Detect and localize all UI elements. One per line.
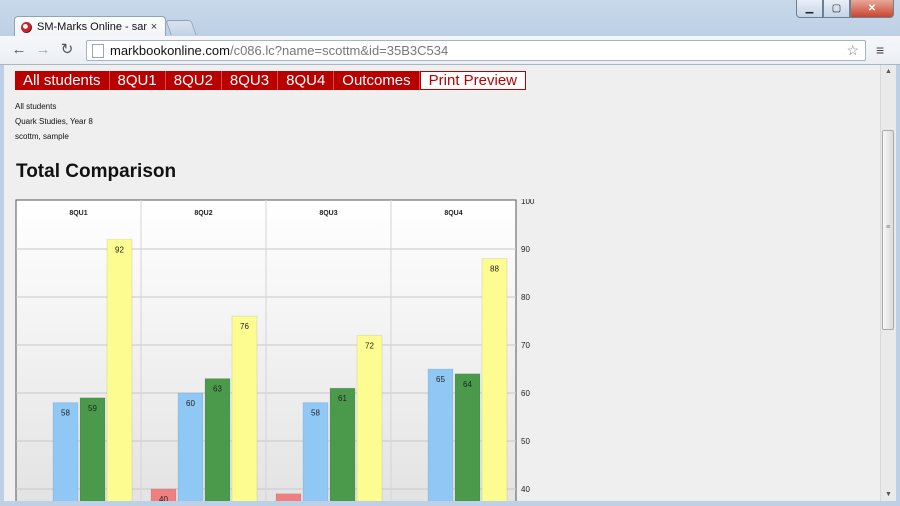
y-tick-label: 40 (521, 485, 530, 494)
bar-value-label: 40 (159, 495, 168, 501)
y-tick-label: 80 (521, 293, 530, 302)
bar (177, 392, 204, 501)
meta-group: All students (15, 102, 57, 111)
bar-value-label: 92 (115, 245, 124, 254)
bar-value-label: 88 (490, 265, 499, 274)
url-host: markbookonline.com (110, 43, 230, 58)
tab-title: SM-Marks Online - sample (37, 21, 147, 33)
back-icon[interactable]: ← (10, 41, 28, 59)
bar (231, 315, 258, 501)
browser-tab[interactable]: SM-Marks Online - sample × (14, 16, 166, 37)
forward-icon[interactable]: → (34, 41, 52, 59)
tab-close-icon[interactable]: × (147, 21, 161, 33)
category-label: 8QU4 (444, 210, 462, 217)
bar (356, 334, 383, 501)
minimize-icon[interactable]: ▁ (796, 0, 823, 18)
nav-8qu3[interactable]: 8QU3 (221, 71, 279, 90)
bar (204, 378, 231, 501)
nav-outcomes[interactable]: Outcomes (334, 71, 420, 90)
menu-icon[interactable]: ≡ (876, 42, 890, 58)
y-tick-label: 50 (521, 437, 530, 446)
page-viewport: All students 8QU1 8QU2 8QU3 8QU4 Outcome… (4, 65, 880, 501)
star-icon[interactable]: ☆ (846, 42, 859, 59)
bar-value-label: 64 (463, 380, 472, 389)
favicon-icon (21, 21, 32, 33)
vertical-scrollbar[interactable]: ▲ ≡ ▼ (880, 65, 896, 501)
page-title: Total Comparison (16, 161, 177, 182)
nav-print-preview[interactable]: Print Preview (419, 71, 527, 90)
meta-course: Quark Studies, Year 8 (15, 117, 93, 126)
browser-toolbar: ← → ↻ markbookonline.com/c086.lc?name=sc… (0, 36, 900, 65)
maximize-icon[interactable]: ▢ (823, 0, 850, 18)
nav-8qu2[interactable]: 8QU2 (165, 71, 222, 90)
grip-icon: ≡ (886, 224, 891, 231)
url-path: /c086.lc?name=scottm&id=35B3C534 (229, 43, 449, 58)
address-bar[interactable]: markbookonline.com/c086.lc?name=scottm&i… (86, 40, 866, 61)
y-tick-label: 100 (521, 199, 535, 206)
nav-all-students[interactable]: All students (15, 71, 110, 90)
y-tick-label: 70 (521, 341, 530, 350)
bar (329, 387, 356, 501)
section-nav: All students 8QU1 8QU2 8QU3 8QU4 Outcome… (15, 71, 527, 90)
bar (79, 397, 106, 501)
scroll-down-icon[interactable]: ▼ (881, 488, 896, 501)
bar-value-label: 58 (311, 409, 320, 418)
tab-strip: SM-Marks Online - sample × ▁ ▢ ✕ (0, 0, 900, 37)
scroll-thumb[interactable]: ≡ (882, 130, 894, 330)
bar (275, 493, 302, 501)
page-icon (92, 43, 104, 58)
bar-value-label: 76 (240, 322, 249, 331)
close-icon[interactable]: ✕ (850, 0, 894, 18)
scroll-up-icon[interactable]: ▲ (881, 65, 896, 78)
bar (427, 368, 454, 501)
comparison-chart: 40 50 60 70 80 90 100 8QU1 8QU2 8QU3 8QU4 58 59 92 40 6… (15, 199, 555, 501)
bar-value-label: 61 (338, 394, 347, 403)
meta-user: scottm, sample (15, 132, 69, 141)
bar-value-label: 58 (61, 409, 70, 418)
y-tick-label: 60 (521, 389, 530, 398)
bar-value-label: 63 (213, 385, 222, 394)
category-label: 8QU2 (194, 210, 212, 217)
nav-8qu1[interactable]: 8QU1 (109, 71, 166, 90)
bar-value-label: 65 (436, 375, 445, 384)
bar-value-label: 59 (88, 404, 97, 413)
bar-value-label: 72 (365, 341, 374, 350)
nav-8qu4[interactable]: 8QU4 (278, 71, 335, 90)
bar-value-label: 60 (186, 399, 195, 408)
bar (481, 258, 508, 501)
new-tab-button[interactable] (165, 20, 197, 35)
y-tick-label: 90 (521, 245, 530, 254)
reload-icon[interactable]: ↻ (58, 41, 76, 59)
chart-svg: 40 50 60 70 80 90 100 8QU1 8QU2 8QU3 8QU4 58 59 92 40 6… (15, 199, 535, 501)
category-label: 8QU1 (69, 210, 87, 217)
window-controls: ▁ ▢ ✕ (796, 0, 894, 18)
bar (454, 373, 481, 501)
bar (106, 238, 133, 501)
browser-window: SM-Marks Online - sample × ▁ ▢ ✕ ← → ↻ m… (0, 0, 900, 506)
category-label: 8QU3 (319, 210, 337, 217)
